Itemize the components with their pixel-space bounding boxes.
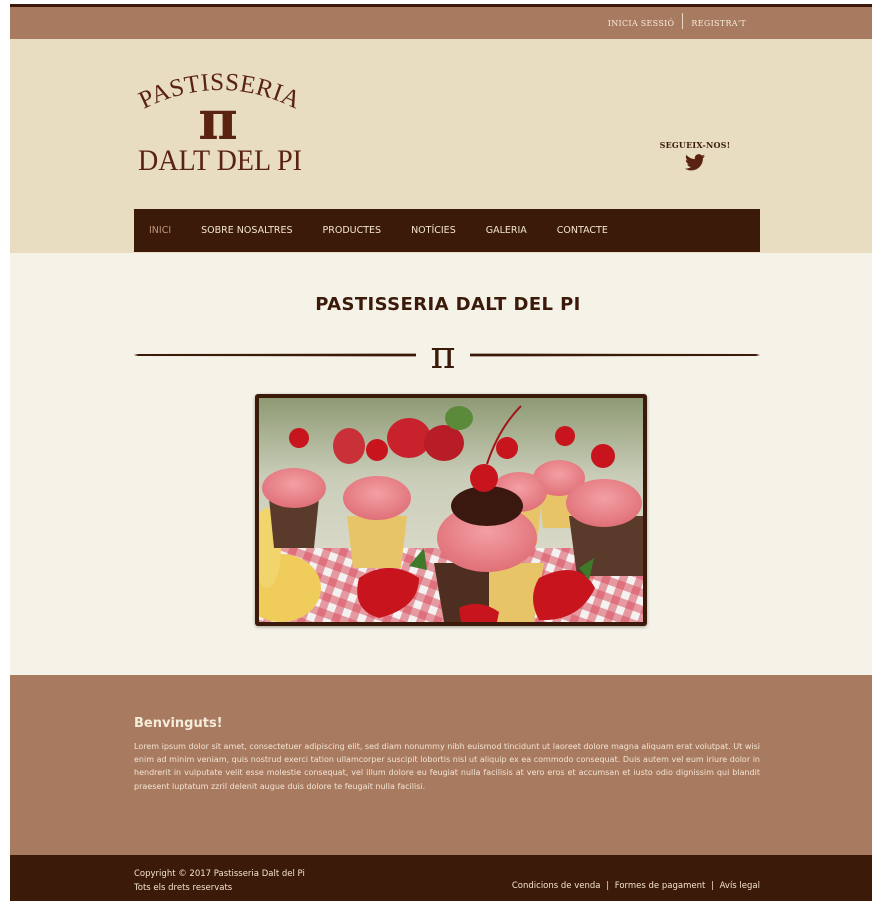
top-bar: INICIA SESSIÓ REGISTRA'T <box>10 4 872 39</box>
welcome-text: Lorem ipsum dolor sit amet, consectetuer… <box>134 742 760 791</box>
divider-pi-symbol: π <box>431 335 456 375</box>
nav-item-contacte[interactable]: CONTACTE <box>557 225 608 236</box>
welcome-section: Benvinguts! Lorem ipsum dolor sit amet, … <box>10 675 872 855</box>
account-links: INICIA SESSIÓ REGISTRA'T <box>600 13 754 29</box>
footer-links: Condicions de venda | Formes de pagament… <box>512 881 760 891</box>
twitter-icon[interactable] <box>650 154 740 175</box>
rights-text: Tots els drets reservats <box>134 883 233 893</box>
footer-link-pagament[interactable]: Formes de pagament <box>615 881 706 891</box>
footer-separator: | <box>606 881 610 891</box>
footer-separator: | <box>711 881 714 891</box>
social-block: SEGUEIX-NOS! <box>650 140 740 175</box>
cupcakes-photo <box>259 398 643 622</box>
divider-line-left <box>134 353 416 357</box>
welcome-heading: Benvinguts! <box>134 716 223 731</box>
nav-item-inici[interactable]: INICI <box>149 225 171 236</box>
footer-link-avis-legal[interactable]: Avís legal <box>720 881 760 891</box>
login-link[interactable]: INICIA SESSIÓ <box>600 19 683 28</box>
divider-line-right <box>470 353 760 357</box>
logo-text-bottom: DALT DEL PI <box>138 144 302 177</box>
register-link[interactable]: REGISTRA'T <box>683 19 754 28</box>
main-content: PASTISSERIA DALT DEL PI π <box>10 253 872 675</box>
nav-item-sobre-nosaltres[interactable]: SOBRE NOSALTRES <box>201 225 292 236</box>
copyright-text: Copyright © 2017 Pastisseria Dalt del Pi <box>134 869 305 879</box>
footer-copyright-block: Copyright © 2017 Pastisseria Dalt del Pi… <box>134 867 305 895</box>
nav-item-galeria[interactable]: GALERIA <box>486 225 527 236</box>
main-nav: INICI SOBRE NOSALTRES PRODUCTES NOTÍCIES… <box>134 209 760 252</box>
site-footer: Copyright © 2017 Pastisseria Dalt del Pi… <box>10 855 872 901</box>
pi-divider: π <box>134 335 760 375</box>
footer-link-condicions[interactable]: Condicions de venda <box>512 881 601 891</box>
logo-pi-symbol: π <box>198 88 238 152</box>
hero-image-frame <box>255 394 647 626</box>
nav-item-noticies[interactable]: NOTÍCIES <box>411 225 456 236</box>
page-title: PASTISSERIA DALT DEL PI <box>315 294 581 315</box>
social-label: SEGUEIX-NOS! <box>659 140 731 150</box>
page: INICIA SESSIÓ REGISTRA'T PASTISSERIA π D… <box>10 4 872 901</box>
site-logo[interactable]: PASTISSERIA π DALT DEL PI <box>130 69 310 179</box>
nav-item-productes[interactable]: PRODUCTES <box>323 225 382 236</box>
